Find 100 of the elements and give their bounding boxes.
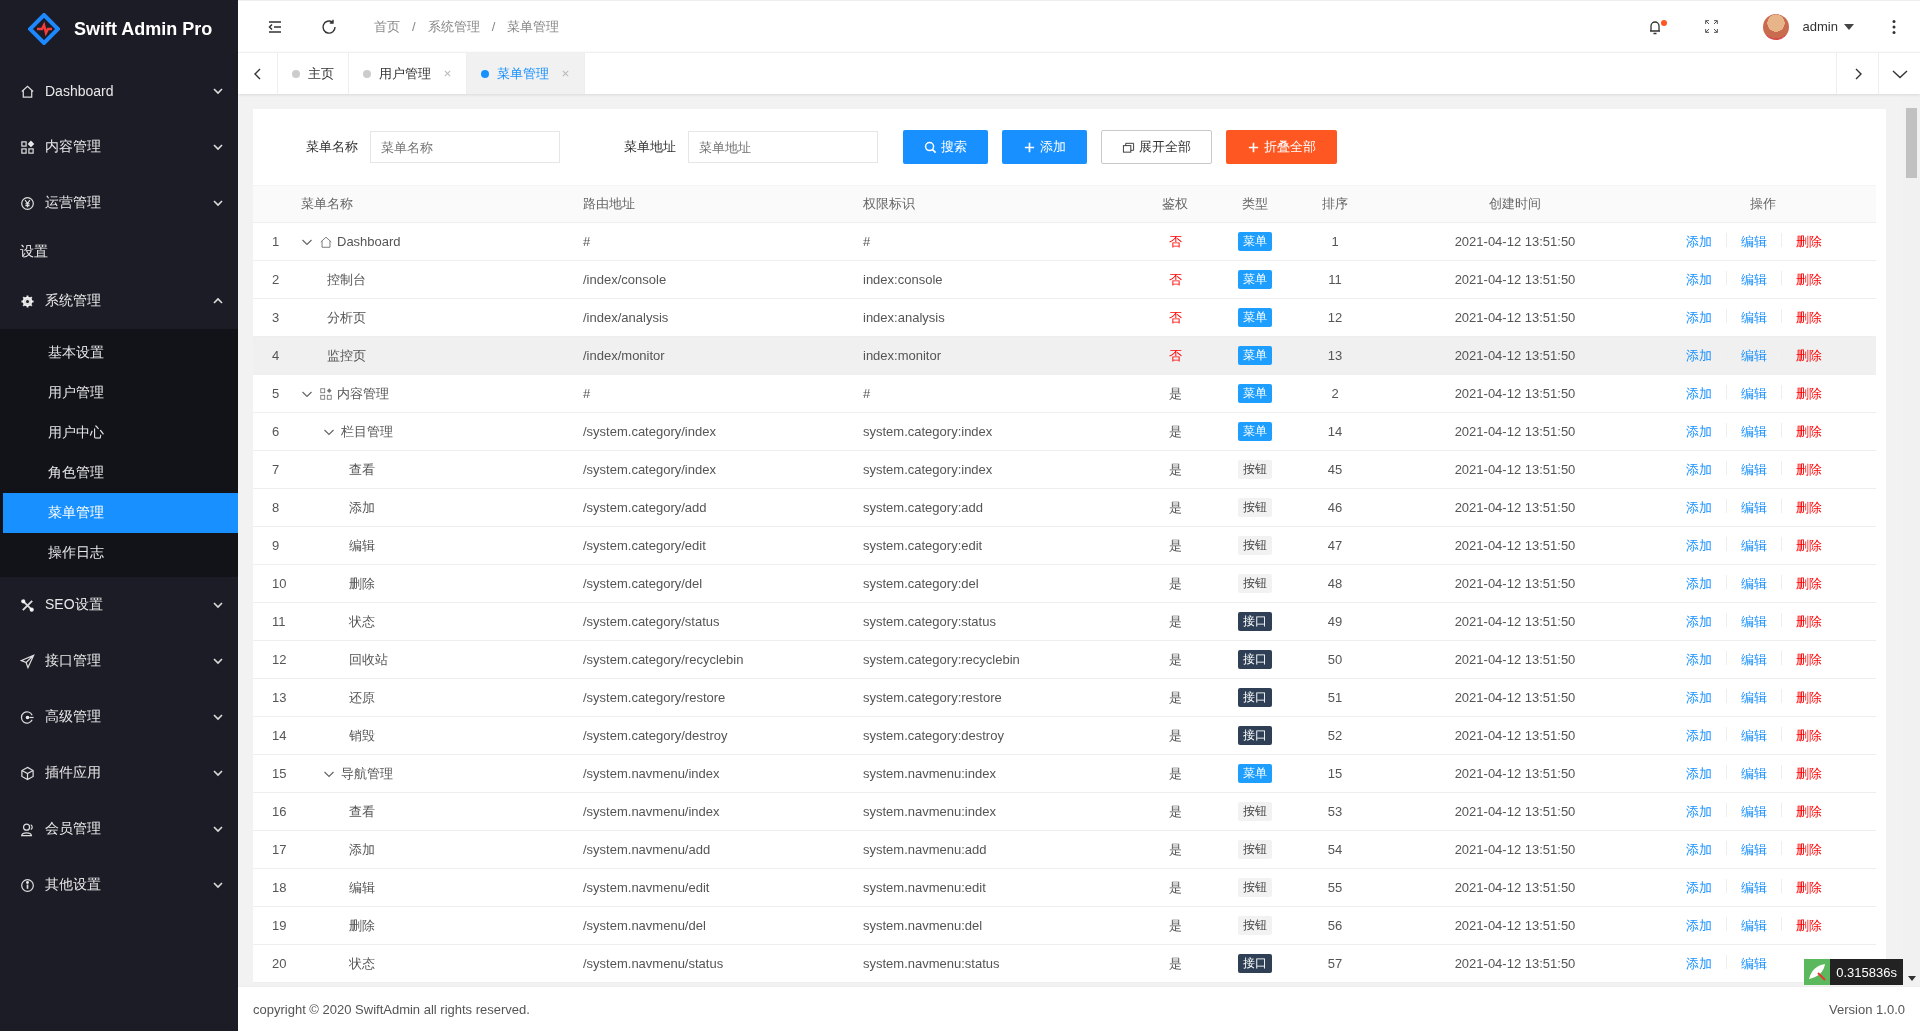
edit-link[interactable]: 编辑 bbox=[1741, 954, 1767, 973]
sidebar-item[interactable]: SEO设置 bbox=[0, 577, 238, 633]
edit-link[interactable]: 编辑 bbox=[1741, 650, 1767, 669]
delete-link[interactable]: 删除 bbox=[1796, 270, 1822, 289]
delete-link[interactable]: 删除 bbox=[1796, 384, 1822, 403]
edit-link[interactable]: 编辑 bbox=[1741, 688, 1767, 707]
add-link[interactable]: 添加 bbox=[1686, 726, 1712, 745]
add-link[interactable]: 添加 bbox=[1686, 498, 1712, 517]
sidebar-item[interactable]: Dashboard bbox=[0, 63, 238, 119]
add-link[interactable]: 添加 bbox=[1686, 346, 1712, 365]
delete-link[interactable]: 删除 bbox=[1796, 346, 1822, 365]
menu-name: 还原 bbox=[349, 688, 375, 707]
sidebar-item[interactable]: 内容管理 bbox=[0, 119, 238, 175]
add-link[interactable]: 添加 bbox=[1686, 764, 1712, 783]
delete-link[interactable]: 删除 bbox=[1796, 764, 1822, 783]
sidebar-item[interactable]: 会员管理 bbox=[0, 801, 238, 857]
search-field[interactable]: 菜单地址 bbox=[688, 131, 878, 163]
add-link[interactable]: 添加 bbox=[1686, 802, 1712, 821]
sidebar-item[interactable]: 系统管理 bbox=[0, 273, 238, 329]
add-link[interactable]: 添加 bbox=[1686, 688, 1712, 707]
sidebar-item[interactable]: 其他设置 bbox=[0, 857, 238, 913]
add-link[interactable]: 添加 bbox=[1686, 232, 1712, 251]
delete-link[interactable]: 删除 bbox=[1796, 726, 1822, 745]
add-link[interactable]: 添加 bbox=[1686, 270, 1712, 289]
add-link[interactable]: 添加 bbox=[1686, 308, 1712, 327]
breadcrumb-separator: / bbox=[491, 19, 496, 34]
edit-link[interactable]: 编辑 bbox=[1741, 460, 1767, 479]
row-number: 9 bbox=[271, 538, 281, 553]
add-link[interactable]: 添加 bbox=[1686, 954, 1712, 973]
collapse-all-button[interactable]: 折叠全部 bbox=[1226, 130, 1337, 164]
edit-link[interactable]: 编辑 bbox=[1741, 878, 1767, 897]
delete-link[interactable]: 删除 bbox=[1796, 498, 1822, 517]
copyright-text: copyright © 2020 SwiftAdmin all rights reserved. bbox=[253, 1001, 530, 1017]
submenu-item[interactable]: 角色管理 bbox=[3, 453, 238, 493]
delete-link[interactable]: 删除 bbox=[1796, 802, 1822, 821]
edit-link[interactable]: 编辑 bbox=[1741, 840, 1767, 859]
add-link[interactable]: 添加 bbox=[1686, 536, 1712, 555]
breadcrumb-link[interactable]: 首页 bbox=[374, 17, 400, 36]
add-link[interactable]: 添加 bbox=[1686, 840, 1712, 859]
expand-all-button[interactable]: 展开全部 bbox=[1101, 130, 1212, 164]
delete-link[interactable]: 删除 bbox=[1796, 878, 1822, 897]
breadcrumb-link[interactable]: 菜单管理 bbox=[507, 17, 560, 36]
add-link[interactable]: 添加 bbox=[1686, 574, 1712, 593]
edit-link[interactable]: 编辑 bbox=[1741, 270, 1767, 289]
add-link[interactable]: 添加 bbox=[1686, 650, 1712, 669]
delete-link[interactable]: 删除 bbox=[1796, 688, 1822, 707]
edit-link[interactable]: 编辑 bbox=[1741, 308, 1767, 327]
sidebar-item[interactable]: 接口管理 bbox=[0, 633, 238, 689]
edit-link[interactable]: 编辑 bbox=[1741, 536, 1767, 555]
edit-link[interactable]: 编辑 bbox=[1741, 916, 1767, 935]
edit-link[interactable]: 编辑 bbox=[1741, 802, 1767, 821]
delete-link[interactable]: 删除 bbox=[1796, 232, 1822, 251]
search-button[interactable]: 搜索 bbox=[903, 130, 988, 164]
sort-order: 2 bbox=[1330, 386, 1340, 401]
fullscreen-icon[interactable] bbox=[1703, 19, 1719, 34]
edit-link[interactable]: 编辑 bbox=[1741, 574, 1767, 593]
page-tab[interactable]: 菜单管理 bbox=[467, 53, 585, 94]
add-link[interactable]: 添加 bbox=[1686, 384, 1712, 403]
delete-link[interactable]: 删除 bbox=[1796, 650, 1822, 669]
add-link[interactable]: 添加 bbox=[1686, 916, 1712, 935]
add-button[interactable]: 添加 bbox=[1002, 130, 1087, 164]
delete-link[interactable]: 删除 bbox=[1796, 574, 1822, 593]
edit-link[interactable]: 编辑 bbox=[1741, 498, 1767, 517]
refresh-icon[interactable] bbox=[320, 17, 338, 36]
sort-order: 51 bbox=[1326, 690, 1344, 705]
submenu-item[interactable]: 用户中心 bbox=[3, 413, 238, 453]
edit-link[interactable]: 编辑 bbox=[1741, 422, 1767, 441]
add-link[interactable]: 添加 bbox=[1686, 612, 1712, 631]
submenu-item[interactable]: 操作日志 bbox=[3, 533, 238, 573]
submenu-item[interactable]: 菜单管理 bbox=[3, 493, 238, 533]
delete-link[interactable]: 删除 bbox=[1796, 916, 1822, 935]
edit-link[interactable]: 编辑 bbox=[1741, 384, 1767, 403]
edit-link[interactable]: 编辑 bbox=[1741, 346, 1767, 365]
delete-link[interactable]: 删除 bbox=[1796, 840, 1822, 859]
edit-link[interactable]: 编辑 bbox=[1741, 726, 1767, 745]
logo-icon bbox=[28, 13, 60, 45]
delete-link[interactable]: 删除 bbox=[1796, 612, 1822, 631]
more-icon[interactable] bbox=[1892, 18, 1896, 35]
avatar[interactable] bbox=[1762, 13, 1789, 40]
sidebar-item[interactable]: 高级管理 bbox=[0, 689, 238, 745]
edit-link[interactable]: 编辑 bbox=[1741, 764, 1767, 783]
add-link[interactable]: 添加 bbox=[1686, 878, 1712, 897]
add-link[interactable]: 添加 bbox=[1686, 422, 1712, 441]
user-menu[interactable]: admin bbox=[1802, 19, 1838, 34]
sidebar-item[interactable]: 插件应用 bbox=[0, 745, 238, 801]
sidebar-item[interactable]: 运营管理 bbox=[0, 175, 238, 231]
submenu-item[interactable]: 基本设置 bbox=[3, 333, 238, 373]
edit-link[interactable]: 编辑 bbox=[1741, 612, 1767, 631]
delete-link[interactable]: 删除 bbox=[1796, 536, 1822, 555]
search-field[interactable]: 菜单名称 bbox=[370, 131, 560, 163]
submenu-item[interactable]: 用户管理 bbox=[3, 373, 238, 413]
delete-link[interactable]: 删除 bbox=[1796, 422, 1822, 441]
breadcrumb-link[interactable]: 系统管理 bbox=[427, 17, 480, 36]
delete-link[interactable]: 删除 bbox=[1796, 308, 1822, 327]
edit-link[interactable]: 编辑 bbox=[1741, 232, 1767, 251]
route-path: /system.category/status bbox=[583, 614, 721, 629]
page-tab[interactable]: 主页 bbox=[278, 53, 349, 94]
delete-link[interactable]: 删除 bbox=[1796, 460, 1822, 479]
add-link[interactable]: 添加 bbox=[1686, 460, 1712, 479]
permission-key: index:analysis bbox=[863, 310, 1130, 325]
